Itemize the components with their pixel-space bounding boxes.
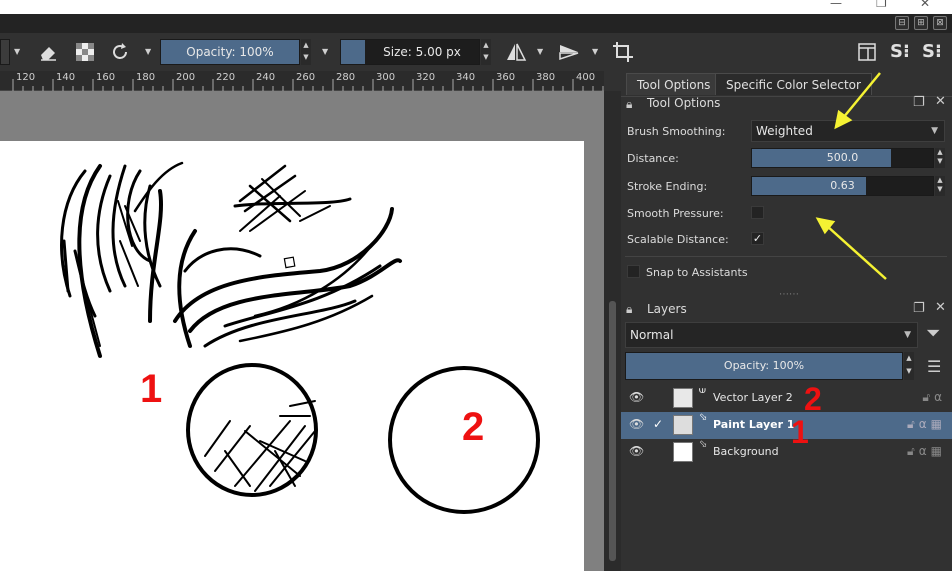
annotation-arrows — [815, 72, 887, 280]
